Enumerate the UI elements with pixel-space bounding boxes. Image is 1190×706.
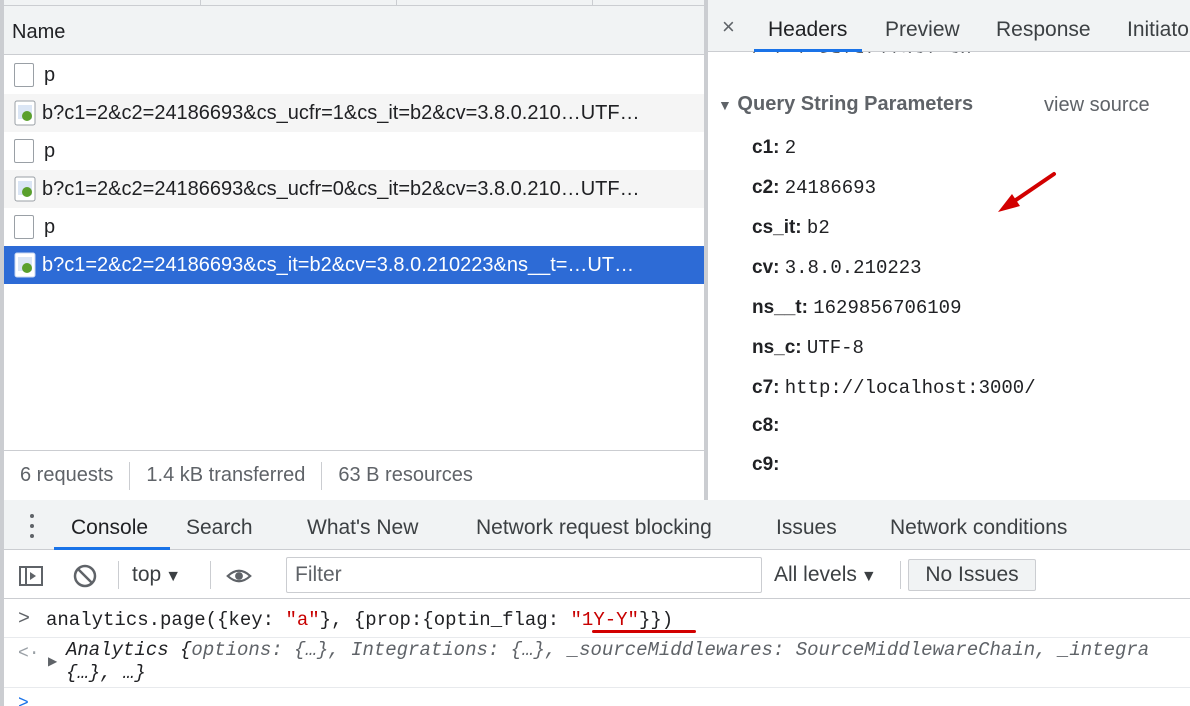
tab-network-request-blocking[interactable]: Network request blocking xyxy=(476,516,712,540)
return-value-icon: <· xyxy=(18,644,40,664)
query-param: c1: 2 xyxy=(752,137,797,159)
request-row[interactable]: b?c1=2&c2=24186693&cs_ucfr=1&cs_it=b2&cv… xyxy=(4,94,704,132)
tab-preview[interactable]: Preview xyxy=(885,18,960,42)
devtools-drawer: Console Search What's New Network reques… xyxy=(0,500,1190,706)
tab-network-conditions[interactable]: Network conditions xyxy=(890,516,1067,540)
active-tab-indicator xyxy=(754,49,862,52)
request-name: p xyxy=(44,215,56,238)
red-arrow-annotation xyxy=(998,172,1056,212)
console-result-line[interactable]: <· ▶ Analytics {options: {…}, Integratio… xyxy=(4,638,1190,688)
tab-whats-new[interactable]: What's New xyxy=(307,516,418,540)
query-param: ns__t: 1629856706109 xyxy=(752,297,962,319)
image-icon xyxy=(14,100,36,126)
image-icon xyxy=(14,176,36,202)
request-count: 6 requests xyxy=(20,464,114,486)
network-request-list: Name p b?c1=2&c2=24186693&cs_ucfr=1&cs_i… xyxy=(0,0,708,500)
request-details-panel: 1.1.1 safari/537.36 × Headers Preview Re… xyxy=(708,0,1190,500)
query-param: cs_it: b2 xyxy=(752,217,830,239)
drawer-tabbar: Console Search What's New Network reques… xyxy=(4,500,1190,550)
network-summary-bar: 6 requests 1.4 kB transferred 63 B resou… xyxy=(4,451,704,500)
query-param: c9: xyxy=(752,454,780,475)
clear-console-icon[interactable] xyxy=(72,563,98,589)
request-name: b?c1=2&c2=24186693&cs_it=b2&cv=3.8.0.210… xyxy=(42,253,635,276)
result-object: Analytics {options: {…}, Integrations: {… xyxy=(66,639,1150,661)
log-levels-dropdown[interactable]: All levels ▼ xyxy=(774,563,877,587)
query-param: c2: 24186693 xyxy=(752,177,876,199)
name-column-header[interactable]: Name xyxy=(4,6,704,55)
no-issues-button[interactable]: No Issues xyxy=(908,559,1036,591)
request-row[interactable]: p xyxy=(4,56,704,94)
request-name: b?c1=2&c2=24186693&cs_ucfr=0&cs_it=b2&cv… xyxy=(42,177,640,200)
next-prompt-icon[interactable]: > xyxy=(18,694,29,706)
filter-input[interactable] xyxy=(286,557,762,593)
expand-triangle-icon[interactable]: ▶ xyxy=(48,654,57,669)
console-output: > analytics.page({key: "a"}, {prop:{opti… xyxy=(4,600,1190,706)
request-row[interactable]: b?c1=2&c2=24186693&cs_ucfr=0&cs_it=b2&cv… xyxy=(4,170,704,208)
resources-size: 63 B resources xyxy=(338,464,473,486)
request-name: p xyxy=(44,63,56,86)
query-param: c8: xyxy=(752,415,780,436)
details-tabbar: × Headers Preview Response Initiator xyxy=(708,0,1190,52)
eye-icon[interactable] xyxy=(226,563,252,589)
console-toolbar: top▼ All levels▼ No Issues xyxy=(4,551,1190,599)
tab-initiator[interactable]: Initiator xyxy=(1127,18,1190,42)
console-input-line: > analytics.page({key: "a"}, {prop:{opti… xyxy=(4,600,1190,638)
query-string-section-toggle[interactable]: ▼ Query String Parameters xyxy=(718,93,973,116)
query-param: ns_c: UTF-8 xyxy=(752,337,864,359)
document-icon xyxy=(14,139,34,163)
request-row[interactable]: p xyxy=(4,132,704,170)
query-param: c7: http://localhost:3000/ xyxy=(752,377,1036,399)
section-title: Query String Parameters xyxy=(737,93,974,115)
result-object-cont: {…}, …} xyxy=(66,662,146,684)
request-row[interactable]: p xyxy=(4,208,704,246)
triangle-down-icon: ▼ xyxy=(718,97,732,113)
document-icon xyxy=(14,63,34,87)
sidebar-toggle-icon[interactable] xyxy=(18,563,44,589)
request-name: b?c1=2&c2=24186693&cs_ucfr=1&cs_it=b2&cv… xyxy=(42,101,640,124)
input-prompt-icon: > xyxy=(18,608,31,631)
tab-headers[interactable]: Headers xyxy=(768,18,847,42)
image-icon xyxy=(14,252,36,278)
tab-console[interactable]: Console xyxy=(71,516,148,540)
active-tab-indicator xyxy=(54,547,170,550)
transferred-size: 1.4 kB transferred xyxy=(146,464,306,486)
tab-search[interactable]: Search xyxy=(186,516,253,540)
view-source-link[interactable]: view source xyxy=(1044,94,1150,117)
query-param: cv: 3.8.0.210223 xyxy=(752,257,922,279)
tab-response[interactable]: Response xyxy=(996,18,1091,42)
red-underline-annotation xyxy=(592,630,696,633)
request-name: p xyxy=(44,139,56,162)
kebab-menu-icon[interactable] xyxy=(30,514,34,538)
request-row-selected[interactable]: b?c1=2&c2=24186693&cs_it=b2&cv=3.8.0.210… xyxy=(4,246,704,284)
document-icon xyxy=(14,215,34,239)
tab-issues[interactable]: Issues xyxy=(776,516,837,540)
console-command: analytics.page({key: "a"}, {prop:{optin_… xyxy=(46,609,674,631)
close-icon[interactable]: × xyxy=(722,14,735,40)
context-selector[interactable]: top ▼ xyxy=(132,563,181,587)
